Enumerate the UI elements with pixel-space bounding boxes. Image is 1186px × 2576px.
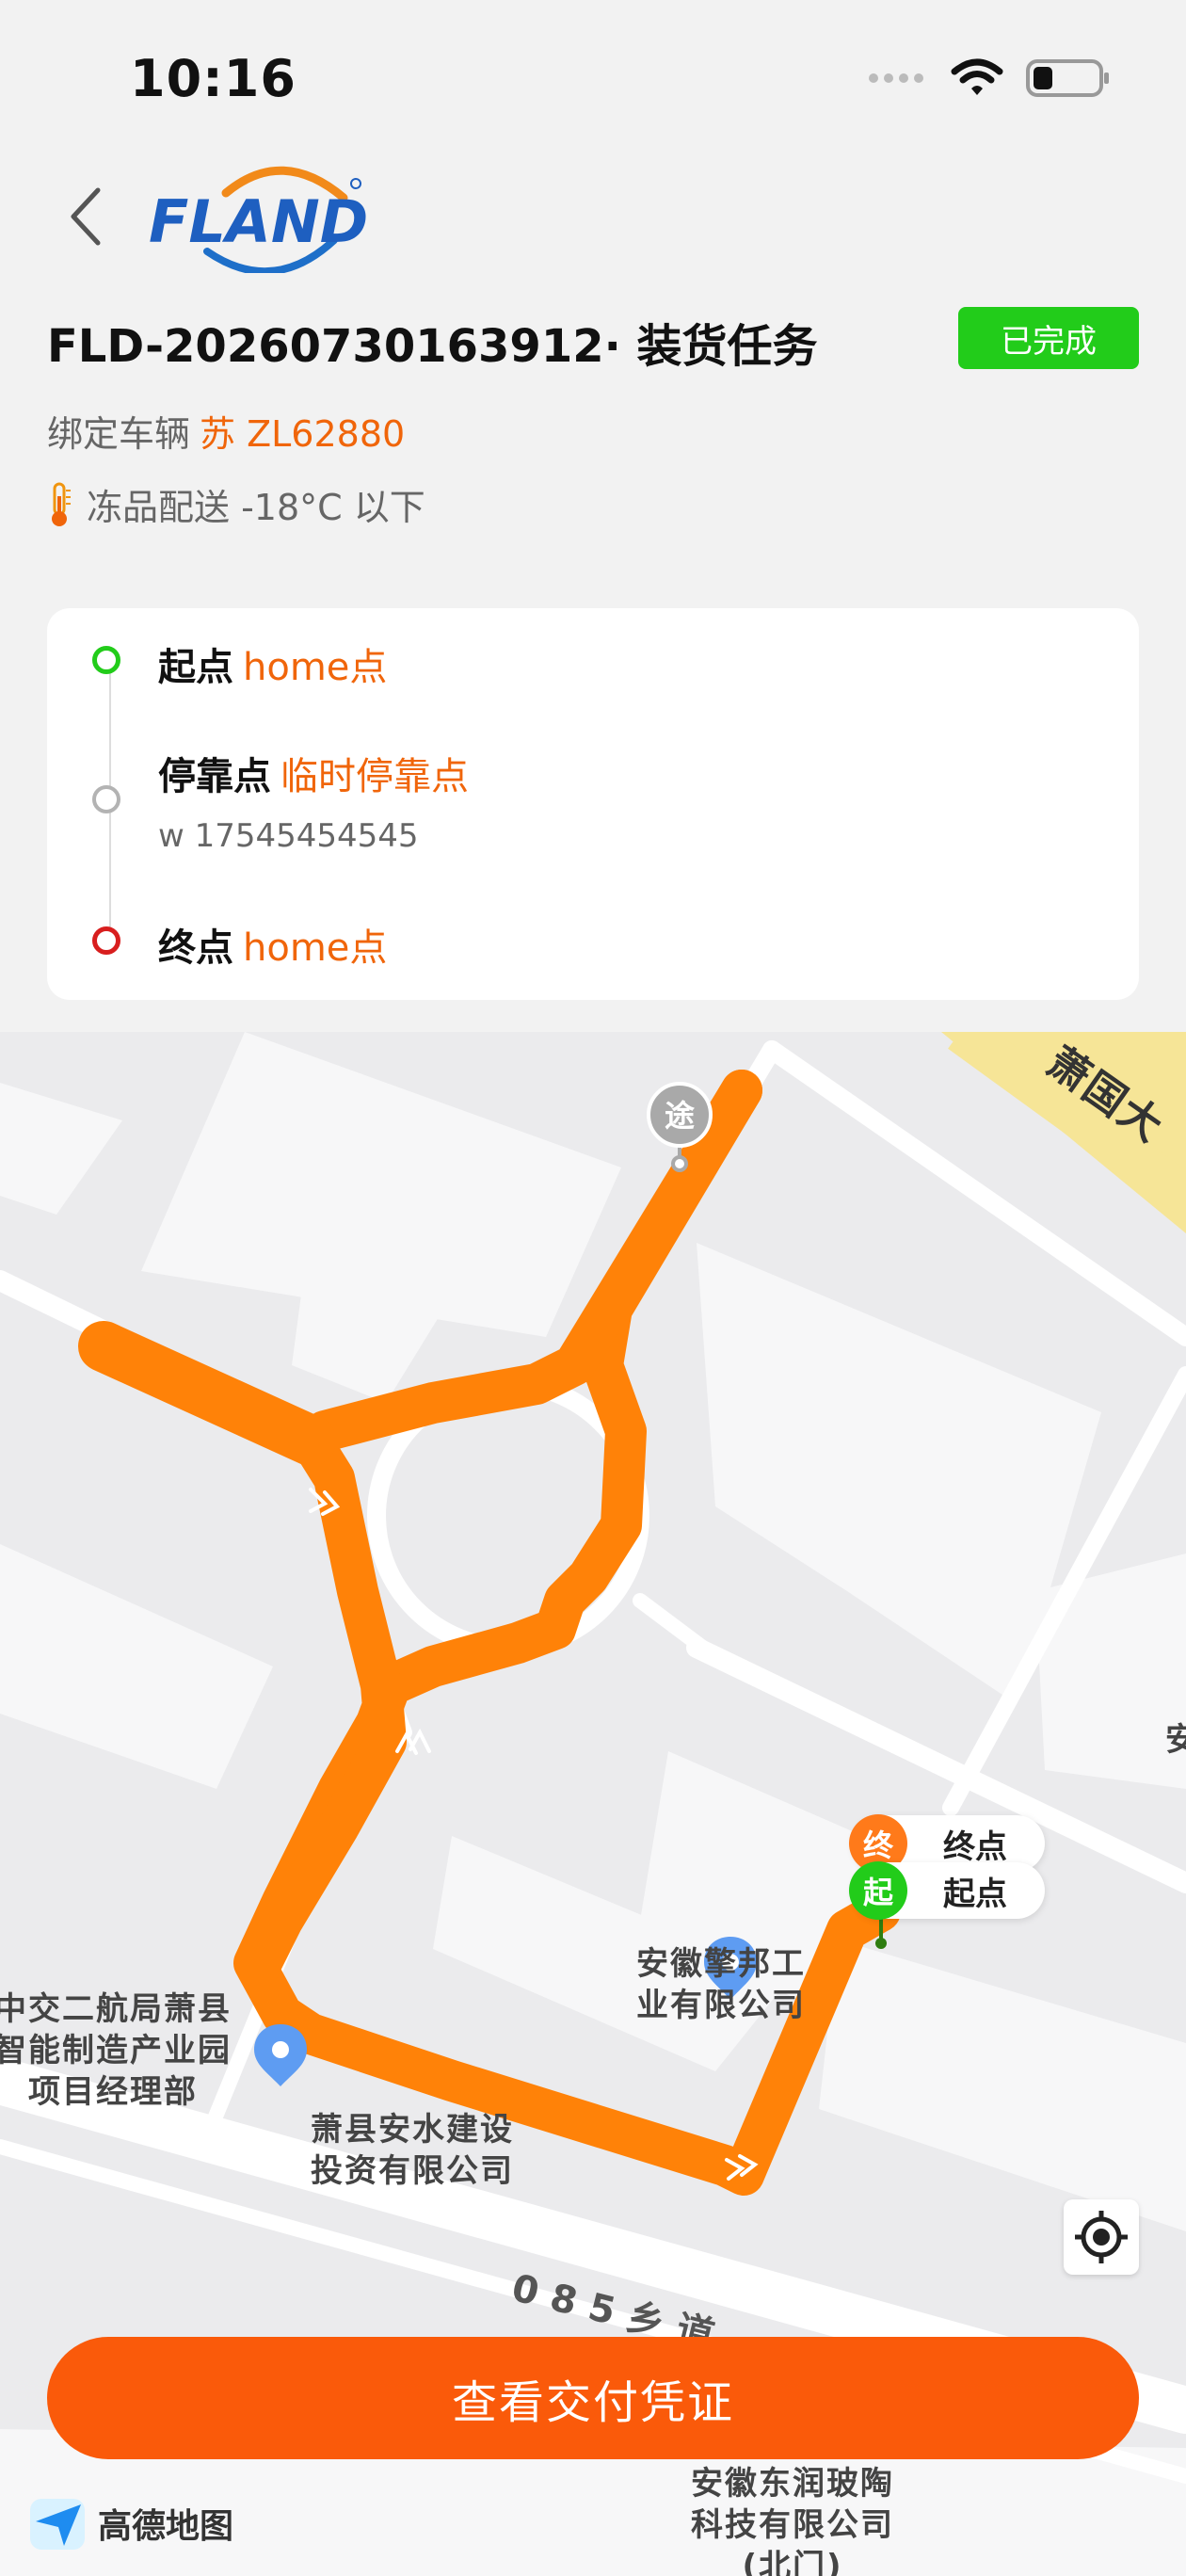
chevron-left-icon: [71, 187, 101, 246]
thermometer-icon: [47, 481, 72, 528]
amap-icon: [30, 2499, 85, 2550]
poi-label-qingbang-line1: 安徽擎邦工: [636, 1945, 806, 1983]
route-end-label: 终点: [158, 926, 233, 970]
vehicle-row: 绑定车辆苏 ZL62880: [47, 405, 405, 457]
poi-label-dongrun-line2: 科技有限公司: [691, 2506, 894, 2544]
view-delivery-proof-button[interactable]: 查看交付凭证: [47, 2337, 1139, 2459]
poi-label-zhongjiao: 中交二航局萧县 智能制造产业园 项目经理部: [0, 1988, 232, 2113]
poi-label-dongrun-line1: 安徽东润玻陶: [691, 2465, 894, 2503]
wifi-icon: [951, 58, 1003, 95]
svg-text:FLAND: FLAND: [149, 187, 368, 256]
status-badge: 已完成: [958, 307, 1139, 369]
status-time: 10:16: [130, 49, 296, 108]
status-icons: [868, 58, 1111, 98]
status-bar: 10:16: [0, 0, 1186, 160]
route-stop-value: 临时停靠点: [280, 755, 469, 798]
poi-label-zhongjiao-line3: 项目经理部: [28, 2073, 198, 2111]
locate-button[interactable]: [1064, 2199, 1139, 2275]
route-start-value: home点: [243, 646, 388, 689]
amap-logo: 高德地图: [28, 2495, 233, 2552]
poi-label-dongrun: 安徽东润玻陶 科技有限公司 (北门): [691, 2463, 894, 2576]
poi-label-zhongjiao-line1: 中交二航局萧县: [0, 1990, 232, 2028]
route-stop-phone: w 17545454545: [158, 817, 419, 855]
stop-dot-icon: [92, 785, 120, 813]
crosshair-icon: [1075, 2211, 1128, 2263]
poi-label-dongrun-line3: (北门): [742, 2548, 843, 2576]
end-tag-label: 终点: [943, 1827, 1007, 1866]
vehicle-plate: 苏 ZL62880: [200, 413, 406, 455]
vehicle-label: 绑定车辆: [47, 413, 191, 455]
start-tag-label: 起点: [943, 1875, 1007, 1913]
task-title: FLD-20260730163912· 装货任务: [47, 320, 818, 373]
fland-logo: FLAND: [149, 166, 368, 273]
signal-icon: [869, 73, 923, 83]
route-end: 终点 home点: [158, 917, 387, 972]
amap-label: 高德地图: [98, 2507, 234, 2546]
back-button[interactable]: [56, 179, 113, 254]
poi-label-qingbang-line2: 业有限公司: [636, 1987, 806, 2024]
start-marker-icon: 起: [849, 1861, 907, 1920]
end-dot-icon: [92, 926, 120, 955]
route-stop-label: 停靠点: [158, 755, 271, 798]
route-card: 起点 home点 停靠点 临时停靠点 w 17545454545 终点 home点: [47, 608, 1139, 1000]
poi-label-anshui-line2: 投资有限公司: [311, 2152, 514, 2190]
poi-pin-2-icon: [254, 2024, 307, 2086]
route-end-value: home点: [243, 926, 388, 970]
start-dot-icon: [92, 646, 120, 674]
battery-icon: [1026, 59, 1109, 97]
route-start: 起点 home点: [158, 636, 387, 691]
start-tag[interactable]: 起 起点: [849, 1861, 1045, 1920]
poi-label-anshui-line1: 萧县安水建设: [311, 2111, 514, 2149]
edge-label: 安: [1165, 1721, 1186, 1759]
poi-label-qingbang: 安徽擎邦工 业有限公司: [636, 1943, 806, 2026]
route-stop: 停靠点 临时停靠点: [158, 746, 469, 800]
poi-label-zhongjiao-line2: 智能制造产业园: [0, 2032, 232, 2069]
poi-label-anshui: 萧县安水建设 投资有限公司: [311, 2109, 514, 2192]
temperature-note: 冻品配送 -18°C 以下: [87, 487, 425, 528]
temperature-row: 冻品配送 -18°C 以下: [47, 478, 425, 530]
svg-text:途: 途: [665, 1098, 695, 1134]
route-start-label: 起点: [158, 646, 233, 689]
